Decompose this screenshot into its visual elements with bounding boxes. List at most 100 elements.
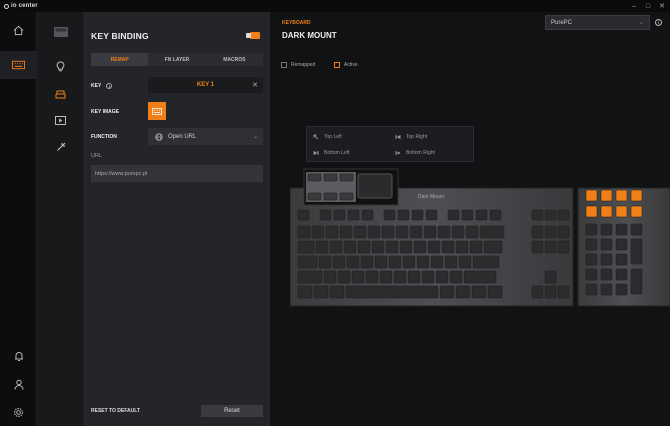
nav-settings[interactable] — [0, 398, 37, 426]
numpad-key[interactable] — [585, 223, 598, 236]
keyboard-key[interactable] — [471, 285, 487, 299]
keyboard-key[interactable] — [297, 285, 313, 299]
keyboard-key[interactable] — [311, 225, 325, 239]
keyboard-key[interactable] — [458, 255, 472, 269]
nav-key[interactable] — [557, 240, 570, 254]
keyboard-key[interactable] — [357, 240, 371, 254]
keyboard-key[interactable] — [444, 255, 458, 269]
option-bottom-left[interactable]: Bottom Left — [313, 150, 350, 156]
macro-key[interactable] — [307, 192, 322, 201]
numpad-key[interactable] — [615, 253, 628, 266]
function-key[interactable] — [447, 209, 460, 221]
keyboard-key[interactable] — [315, 240, 329, 254]
keyboard-key[interactable] — [325, 225, 339, 239]
option-bottom-right[interactable]: Bottom Right — [395, 150, 435, 156]
numpad-key[interactable] — [585, 238, 598, 251]
active-key[interactable] — [585, 189, 598, 202]
numpad-key[interactable] — [585, 253, 598, 266]
keyboard-key[interactable] — [323, 270, 337, 284]
keyboard-key[interactable] — [374, 255, 388, 269]
keyboard-key[interactable] — [371, 240, 385, 254]
active-key[interactable] — [600, 205, 613, 218]
numpad-key[interactable] — [615, 268, 628, 281]
numpad-key[interactable] — [615, 223, 628, 236]
minimize-button[interactable]: – — [627, 0, 641, 12]
numpad-key[interactable] — [615, 238, 628, 251]
keyboard-key[interactable] — [332, 255, 346, 269]
keyboard-key[interactable] — [395, 225, 409, 239]
keyboard-key[interactable] — [337, 270, 351, 284]
keyboard-key[interactable] — [465, 225, 479, 239]
numpad-key[interactable] — [615, 283, 628, 296]
nav-home[interactable] — [0, 16, 37, 44]
macro-key[interactable] — [323, 173, 338, 182]
arrow-key[interactable] — [544, 285, 557, 299]
keyboard-key[interactable] — [351, 270, 365, 284]
keyboard-key[interactable] — [455, 285, 471, 299]
function-key[interactable] — [397, 209, 410, 221]
keyboard-key[interactable] — [329, 240, 343, 254]
url-input[interactable]: https://www.purepc.pl — [91, 165, 263, 182]
info-icon[interactable]: i — [655, 19, 662, 26]
keyboard-key[interactable] — [469, 240, 483, 254]
macro-key[interactable] — [339, 173, 354, 182]
function-select[interactable]: Open URL ⌄ — [148, 128, 263, 145]
function-key[interactable] — [383, 209, 396, 221]
keyboard-key[interactable] — [437, 225, 451, 239]
arrow-key[interactable] — [544, 270, 557, 284]
active-key[interactable] — [615, 189, 628, 202]
function-key[interactable] — [333, 209, 346, 221]
numpad-key[interactable] — [600, 253, 613, 266]
nav-key[interactable] — [531, 209, 544, 221]
keyboard-key[interactable] — [297, 255, 318, 269]
function-key[interactable] — [347, 209, 360, 221]
keyboard-key[interactable] — [388, 255, 402, 269]
keyboard-key[interactable] — [455, 240, 469, 254]
keyboard-key[interactable] — [409, 225, 423, 239]
nav-key[interactable] — [531, 225, 544, 239]
keyboard-key[interactable] — [413, 240, 427, 254]
keyboard-key[interactable] — [483, 240, 503, 254]
numpad-key[interactable] — [600, 238, 613, 251]
nav-media[interactable] — [37, 108, 84, 132]
keyboard-key[interactable] — [416, 255, 430, 269]
keyboard-key[interactable] — [353, 225, 367, 239]
numpad-key[interactable] — [630, 268, 643, 295]
keyboard-key[interactable] — [297, 270, 323, 284]
keyboard-key[interactable] — [367, 225, 381, 239]
nav-devices[interactable] — [0, 51, 37, 79]
keyboard-key[interactable] — [393, 270, 407, 284]
arrow-key[interactable] — [557, 285, 570, 299]
keyboard-key[interactable] — [451, 225, 465, 239]
keyboard-key[interactable] — [435, 270, 449, 284]
esc-key[interactable] — [297, 209, 310, 221]
keyboard-key[interactable] — [360, 255, 374, 269]
active-key[interactable] — [600, 189, 613, 202]
keyboard-key[interactable] — [463, 270, 497, 284]
space-bar[interactable] — [345, 285, 439, 299]
device-thumbnail[interactable] — [37, 20, 84, 44]
key-image-button[interactable] — [148, 102, 166, 120]
function-key[interactable] — [475, 209, 488, 221]
numpad-key[interactable] — [600, 223, 613, 236]
keyboard-key[interactable] — [441, 240, 455, 254]
macro-key[interactable] — [339, 192, 354, 201]
function-key[interactable] — [489, 209, 502, 221]
keyboard-key[interactable] — [329, 285, 345, 299]
nav-key[interactable] — [557, 225, 570, 239]
nav-key[interactable] — [544, 240, 557, 254]
keyboard-key[interactable] — [399, 240, 413, 254]
active-key[interactable] — [630, 189, 643, 202]
nav-key[interactable] — [544, 225, 557, 239]
nav-key[interactable] — [557, 209, 570, 221]
function-key[interactable] — [319, 209, 332, 221]
nav-tools[interactable] — [37, 135, 84, 159]
option-top-left[interactable]: Top Left — [313, 134, 342, 140]
keyboard-key[interactable] — [297, 225, 311, 239]
nav-keybinding[interactable] — [37, 82, 84, 106]
nav-key[interactable] — [531, 240, 544, 254]
key-value-field[interactable]: KEY 1 ✕ — [148, 77, 263, 93]
maximize-button[interactable]: □ — [641, 0, 655, 12]
keyboard-key[interactable] — [487, 285, 503, 299]
tab-remap[interactable]: REMAP — [91, 53, 149, 66]
